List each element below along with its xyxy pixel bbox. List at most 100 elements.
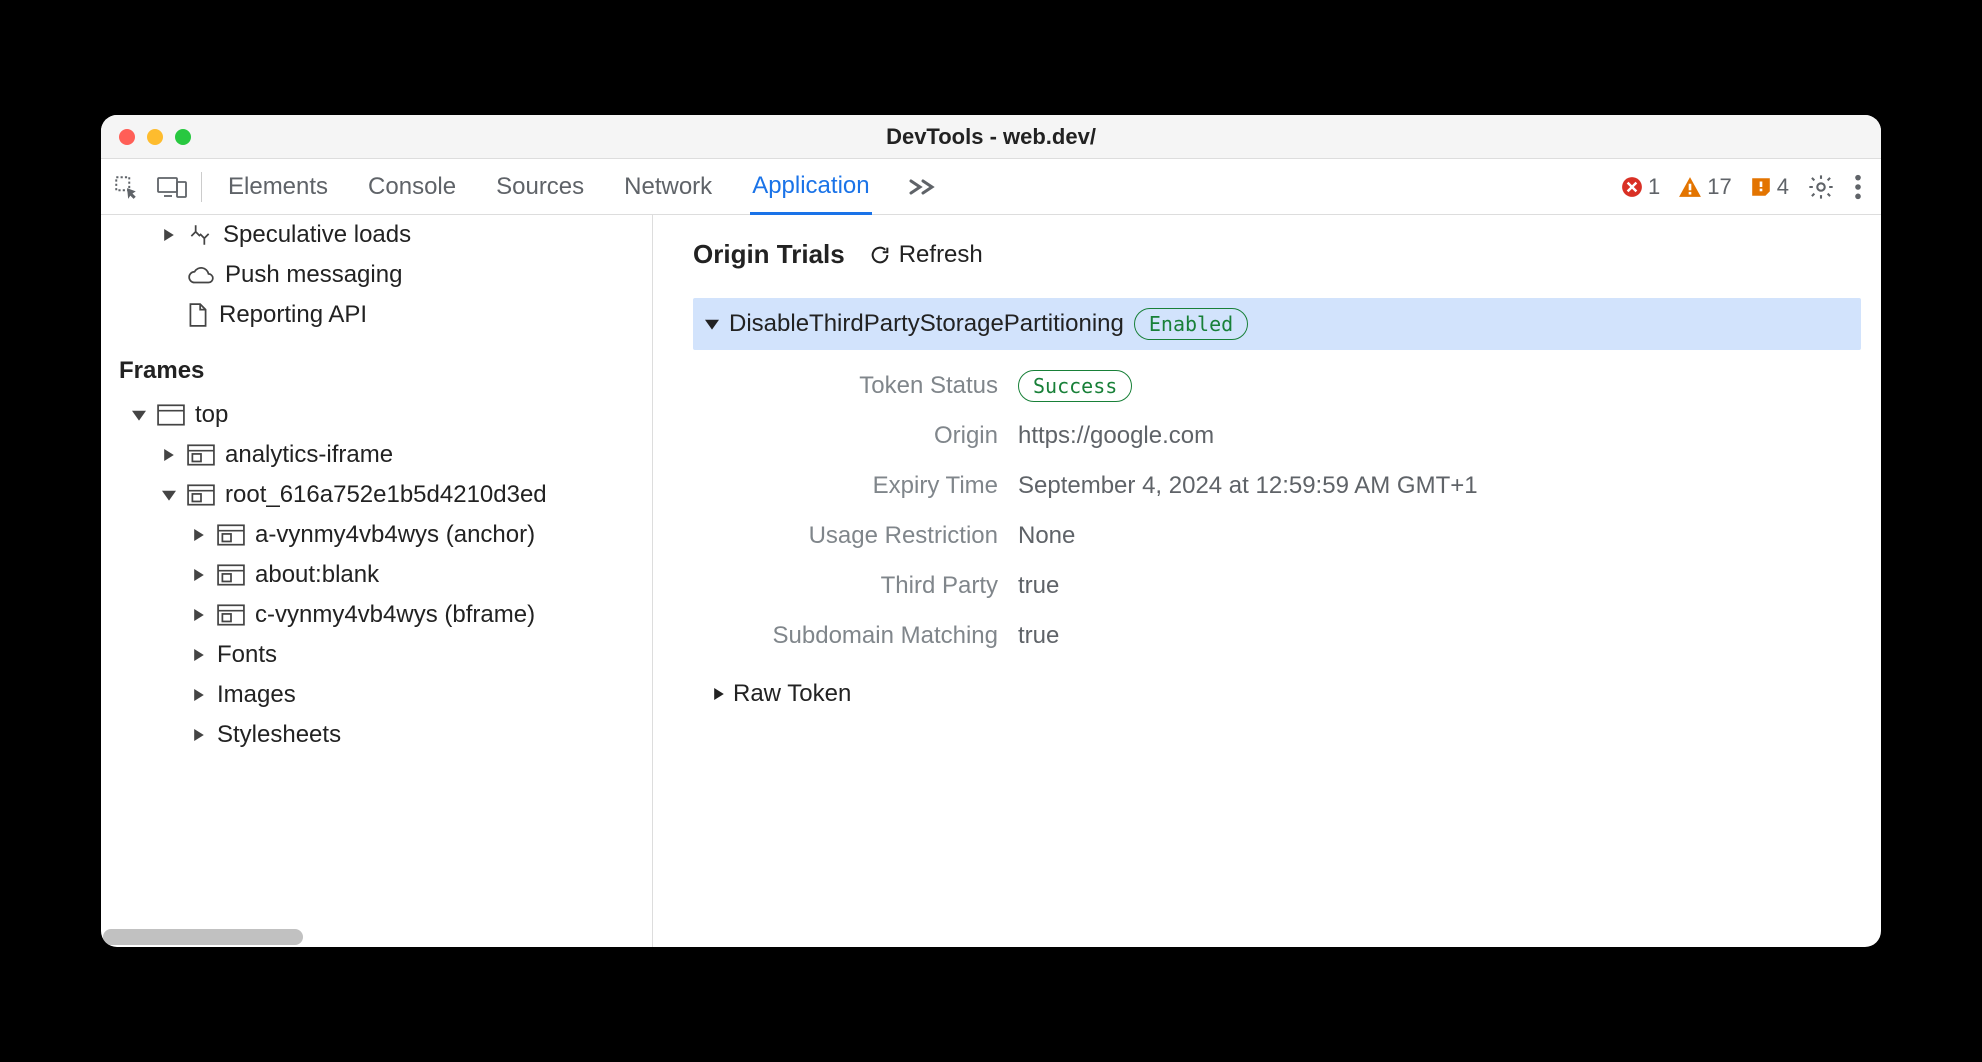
devtools-window: DevTools - web.dev/ Elements Console Sou… [101,115,1881,947]
tab-elements[interactable]: Elements [226,161,330,213]
detail-row: Expiry Time September 4, 2024 at 12:59:59… [693,472,1861,500]
trial-header-row[interactable]: DisableThirdPartyStoragePartitioning Ena… [693,298,1861,350]
refresh-icon [869,244,891,266]
raw-token-toggle[interactable]: Raw Token [713,680,1861,708]
device-toggle-icon[interactable] [157,174,187,200]
speculative-icon [187,222,213,248]
settings-button[interactable] [1807,173,1835,201]
errors-count: 1 [1648,174,1660,200]
chevron-down-icon [131,408,147,422]
frame-item-label: c-vynmy4vb4wys (bframe) [255,601,535,629]
frame-item-label: a-vynmy4vb4wys (anchor) [255,521,535,549]
frame-item[interactable]: top [101,395,652,435]
detail-key: Expiry Time [693,472,998,500]
issue-icon [1750,176,1772,198]
frame-item-label: Images [217,681,296,709]
detail-key: Usage Restriction [693,522,998,550]
main-panel: Origin Trials Refresh DisableThirdPartyS… [653,215,1881,947]
chevron-right-icon [191,568,207,582]
iframe-icon [217,603,245,627]
frame-item[interactable]: analytics-iframe [101,435,652,475]
chevron-right-icon [161,448,177,462]
maximize-window-button[interactable] [175,129,191,145]
frame-item-label: analytics-iframe [225,441,393,469]
frame-item[interactable]: Stylesheets [101,715,652,755]
close-window-button[interactable] [119,129,135,145]
raw-token-label: Raw Token [733,680,851,708]
detail-key: Token Status [693,372,998,400]
detail-row: Usage Restriction None [693,522,1861,550]
warnings-badge[interactable]: 17 [1678,174,1731,200]
sidebar-item-label: Reporting API [219,301,367,329]
chevron-right-icon [191,688,207,702]
detail-row: Third Party true [693,572,1861,600]
frame-item[interactable]: about:blank [101,555,652,595]
refresh-button[interactable]: Refresh [869,241,983,269]
detail-row: Origin https://google.com [693,422,1861,450]
warning-icon [1678,176,1702,198]
detail-value: https://google.com [1018,422,1214,449]
origin-trials-heading: Origin Trials [693,239,845,270]
frame-item[interactable]: root_616a752e1b5d4210d3ed [101,475,652,515]
window-title: DevTools - web.dev/ [886,124,1096,150]
trial-expand-arrow [705,317,719,331]
detail-value: September 4, 2024 at 12:59:59 AM GMT+1 [1018,472,1478,499]
trial-name: DisableThirdPartyStoragePartitioning [729,310,1124,338]
horizontal-scrollbar[interactable] [103,929,303,945]
sidebar-item-label: Push messaging [225,261,402,289]
detail-row: Token Status Success [693,372,1861,400]
sidebar-item-label: Speculative loads [223,221,411,249]
detail-value: None [1018,522,1075,549]
detail-key: Subdomain Matching [693,622,998,650]
tab-application[interactable]: Application [750,160,871,215]
chevron-right-icon [161,228,177,242]
frame-item-label: Stylesheets [217,721,341,749]
frames-section-header: Frames [101,335,652,395]
frame-item-label: top [195,401,228,429]
chevron-right-icon [191,528,207,542]
tab-network[interactable]: Network [622,161,714,213]
frame-item-label: Fonts [217,641,277,669]
traffic-lights [119,129,191,145]
more-tabs-button[interactable] [908,177,936,197]
tab-console[interactable]: Console [366,161,458,213]
chevron-down-icon [161,488,177,502]
detail-row: Subdomain Matchingtrue [693,622,1861,650]
more-options-button[interactable] [1853,173,1863,201]
refresh-label: Refresh [899,241,983,269]
titlebar: DevTools - web.dev/ [101,115,1881,159]
minimize-window-button[interactable] [147,129,163,145]
chevron-right-icon [191,648,207,662]
detail-value-pill: Success [1018,370,1132,402]
iframe-icon [217,563,245,587]
frame-item[interactable]: Images [101,675,652,715]
iframe-icon [187,443,215,467]
trial-details: Token Status Success Origin https://google.… [693,372,1861,650]
detail-key: Third Party [693,572,998,600]
iframe-icon [187,483,215,507]
toolbar-separator [201,172,202,202]
content-area: Speculative loads Push messaging Reporting… [101,215,1881,947]
inspect-element-icon[interactable] [113,174,139,200]
file-icon [187,302,209,328]
main-header: Origin Trials Refresh [693,239,1861,270]
frame-item[interactable]: Fonts [101,635,652,675]
issues-badge[interactable]: 4 [1750,174,1789,200]
raw-token-arrow [713,680,725,708]
sidebar[interactable]: Speculative loads Push messaging Reporting… [101,215,653,947]
tab-sources[interactable]: Sources [494,161,586,213]
frame-item-label: root_616a752e1b5d4210d3ed [225,481,547,509]
chevron-right-icon [191,608,207,622]
toolbar-left [109,174,187,200]
dots-vertical-icon [1853,173,1863,201]
sidebar-item-push messaging[interactable]: Push messaging [101,255,652,295]
warnings-count: 17 [1707,174,1731,200]
frame-item[interactable]: a-vynmy4vb4wys (anchor) [101,515,652,555]
frame-item[interactable]: c-vynmy4vb4wys (bframe) [101,595,652,635]
sidebar-item-reporting api[interactable]: Reporting API [101,295,652,335]
detail-value: true [1018,572,1059,599]
sidebar-item-speculative loads[interactable]: Speculative loads [101,215,652,255]
detail-key: Origin [693,422,998,450]
errors-badge[interactable]: 1 [1621,174,1660,200]
issues-count: 4 [1777,174,1789,200]
